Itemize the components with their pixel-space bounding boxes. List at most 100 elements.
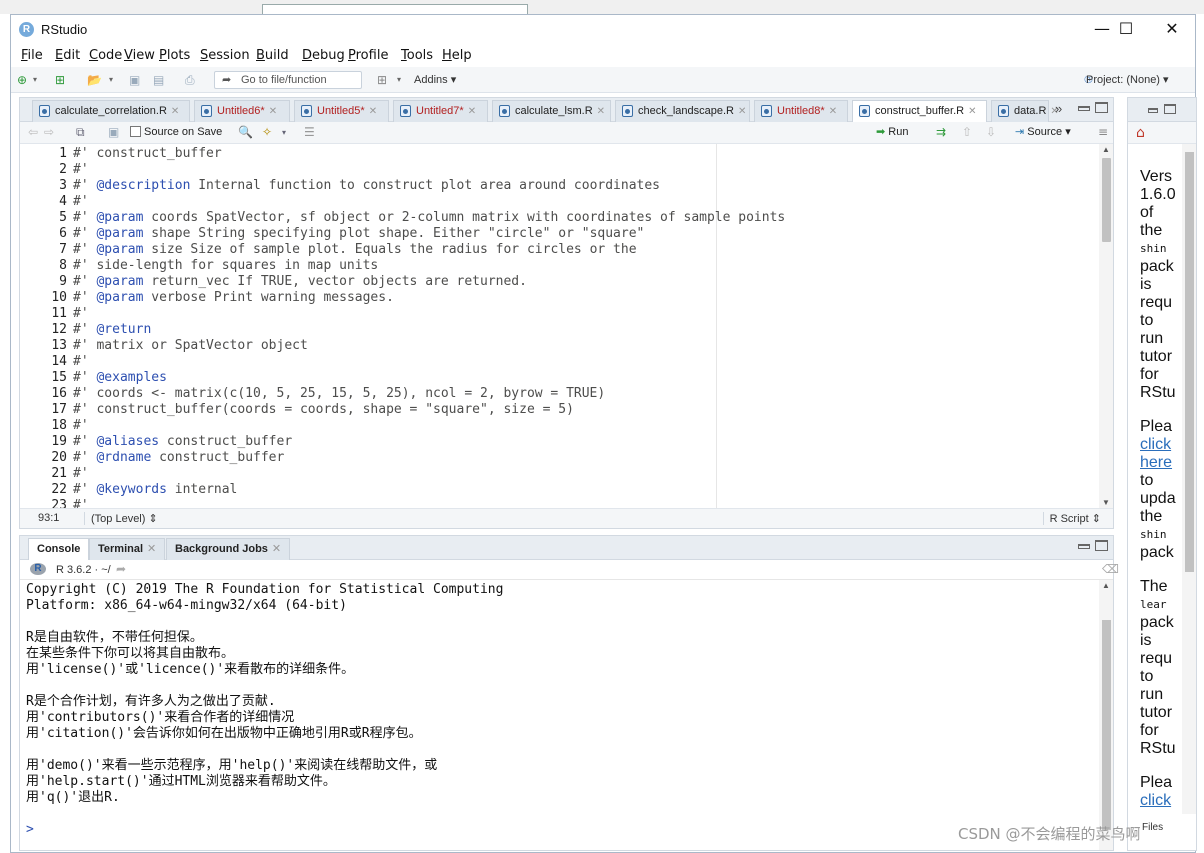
go-to-file-input[interactable]: ➦ Go to file/function — [214, 71, 362, 89]
viewer-minimize-icon[interactable] — [1148, 108, 1158, 113]
menu-plots[interactable]: Plots — [155, 45, 194, 63]
code-text: #' — [73, 482, 97, 497]
editor-save-icon[interactable]: ▣ — [108, 125, 119, 139]
console-scrollbar[interactable]: ▲ — [1099, 580, 1113, 850]
console-maximize-icon[interactable] — [1095, 540, 1108, 551]
file-type-selector[interactable]: R Script ⇕ — [1042, 512, 1101, 525]
close-tab-icon[interactable]: ✕ — [738, 106, 746, 117]
console-prompt[interactable]: > — [26, 822, 34, 837]
close-tab-icon[interactable]: ✕ — [147, 543, 156, 555]
scope-selector[interactable]: (Top Level) ⇕ — [84, 512, 158, 525]
files-tab[interactable]: Files — [1142, 822, 1163, 833]
close-tab-icon[interactable]: ✕ — [369, 106, 377, 117]
code-line: #' @keywords internal — [73, 482, 237, 498]
editor-tab-label: Untitled7* — [416, 105, 464, 117]
editor-scroll-thumb[interactable] — [1102, 158, 1111, 242]
rerun-icon[interactable]: ⇉ — [936, 125, 946, 139]
maximize-icon[interactable]: ☐ — [1103, 15, 1149, 43]
menu-help[interactable]: Help — [438, 45, 476, 63]
console-tab-label: Terminal — [98, 543, 144, 555]
more-tabs-icon[interactable]: » — [1055, 101, 1062, 116]
go-down-section-icon[interactable]: ⇩ — [986, 125, 996, 139]
code-tools-wand-icon[interactable]: ✧ — [262, 125, 272, 139]
go-to-directory-icon[interactable]: ➦ — [116, 562, 126, 576]
menu-build[interactable]: Build — [252, 45, 293, 63]
console-output[interactable]: Copyright (C) 2019 The R Foundation for … — [20, 580, 1101, 850]
back-icon[interactable]: ⇦ — [28, 125, 38, 139]
viewer-scrollbar[interactable] — [1182, 144, 1196, 814]
close-tab-icon[interactable]: ✕ — [597, 106, 605, 117]
editor-tab[interactable]: construct_buffer.R ✕ — [852, 100, 987, 123]
open-recent-dropdown-icon[interactable]: ▾ — [109, 72, 113, 88]
pane-maximize-icon[interactable] — [1095, 102, 1108, 113]
close-tab-icon[interactable]: ✕ — [272, 543, 281, 555]
new-file-icon[interactable]: ⊕ — [17, 72, 27, 88]
console-tab-console[interactable]: Console — [28, 538, 90, 561]
close-tab-icon[interactable]: ✕ — [968, 106, 976, 117]
forward-icon[interactable]: ⇨ — [44, 125, 54, 139]
editor-tab[interactable]: calculate_correlation.R ✕ — [32, 100, 190, 122]
editor-tab[interactable]: Untitled6* ✕ — [194, 100, 290, 122]
menu-session[interactable]: Session — [196, 45, 254, 63]
menu-edit[interactable]: Edit — [51, 45, 84, 63]
show-in-window-icon[interactable]: ⧉ — [76, 125, 85, 140]
editor-menu-icon[interactable]: ≡ — [1098, 125, 1108, 139]
home-icon[interactable]: ⌂ — [1136, 125, 1145, 141]
menu-view[interactable]: View — [120, 45, 159, 63]
close-tab-icon[interactable]: ✕ — [269, 106, 277, 117]
document-outline-icon[interactable]: ☰ — [304, 125, 315, 139]
scroll-down-icon[interactable]: ▼ — [1102, 498, 1110, 507]
close-tab-icon[interactable]: ✕ — [171, 106, 179, 117]
menu-debug[interactable]: Debug — [298, 45, 349, 63]
editor-scrollbar[interactable]: ▲ ▼ — [1099, 144, 1113, 508]
editor-tab-bar: calculate_correlation.R ✕ Untitled6* ✕ Untit… — [20, 98, 1113, 123]
close-icon[interactable]: ✕ — [1149, 15, 1195, 43]
roxygen-tag: @param — [96, 226, 144, 241]
addins-menu[interactable]: Addins ▾ — [414, 73, 456, 86]
print-icon[interactable]: ⎙ — [185, 72, 195, 88]
console-scroll-up-icon[interactable]: ▲ — [1102, 581, 1110, 590]
open-file-icon[interactable]: 📂 — [87, 72, 102, 88]
clear-console-icon[interactable]: ⌫ — [1102, 562, 1119, 576]
menu-label-rest: ile — [27, 48, 43, 63]
new-project-icon[interactable]: ⊞ — [55, 72, 65, 88]
save-all-icon[interactable]: ▤ — [153, 72, 164, 88]
new-file-dropdown-icon[interactable]: ▾ — [33, 72, 37, 88]
code-text: #' construct_buffer(coords = coords, sha… — [73, 402, 574, 417]
save-icon[interactable]: ▣ — [129, 72, 140, 88]
find-replace-icon[interactable]: 🔍 — [238, 125, 253, 139]
source-on-save-box[interactable] — [130, 126, 141, 137]
menu-profile[interactable]: Profile — [344, 45, 392, 63]
code-editor[interactable]: 1 2 3 4 5 6 7 8 9 10 11 12 13 14 15 16 17 18 19 20 21 22 23 #'… — [20, 144, 1113, 508]
source-on-save-checkbox[interactable]: Source on Save — [130, 126, 222, 138]
run-button[interactable]: ➡ Run — [876, 125, 908, 138]
project-menu[interactable]: Project: (None) ▾ — [1086, 73, 1169, 86]
editor-tab[interactable]: check_landscape.R ✕ — [615, 100, 750, 122]
viewer-maximize-icon[interactable] — [1164, 104, 1176, 114]
editor-tab[interactable]: Untitled5* ✕ — [294, 100, 389, 122]
code-text: #' — [73, 178, 97, 193]
editor-tab[interactable]: calculate_lsm.R ✕ — [492, 100, 611, 122]
source-editor-pane: calculate_correlation.R ✕ Untitled6* ✕ Untit… — [19, 97, 1114, 529]
console-minimize-icon[interactable] — [1078, 544, 1090, 549]
pane-layout-dropdown-icon[interactable]: ▾ — [397, 72, 401, 88]
editor-tab-label: Untitled6* — [217, 105, 265, 117]
console-scroll-thumb[interactable] — [1102, 620, 1111, 830]
go-up-section-icon[interactable]: ⇧ — [962, 125, 972, 139]
pane-minimize-icon[interactable] — [1078, 106, 1090, 111]
menu-file[interactable]: File — [17, 45, 47, 63]
editor-tab[interactable]: Untitled8* ✕ — [754, 100, 848, 122]
code-text: #' — [73, 354, 89, 369]
source-button[interactable]: ⇥ Source ▾ — [1015, 125, 1071, 138]
code-tools-dropdown-icon[interactable]: ▾ — [282, 128, 286, 137]
viewer-scroll-thumb[interactable] — [1185, 152, 1194, 572]
pane-layout-icon[interactable]: ⊞ — [377, 72, 387, 88]
console-tab-background-jobs[interactable]: Background Jobs ✕ — [166, 538, 291, 560]
scroll-up-icon[interactable]: ▲ — [1102, 145, 1110, 154]
console-tab-terminal[interactable]: Terminal ✕ — [89, 538, 166, 560]
menu-tools[interactable]: Tools — [397, 45, 437, 63]
close-tab-icon[interactable]: ✕ — [829, 106, 837, 117]
editor-tab[interactable]: data.R ✕ — [991, 100, 1059, 122]
close-tab-icon[interactable]: ✕ — [468, 106, 476, 117]
editor-tab[interactable]: Untitled7* ✕ — [393, 100, 488, 122]
